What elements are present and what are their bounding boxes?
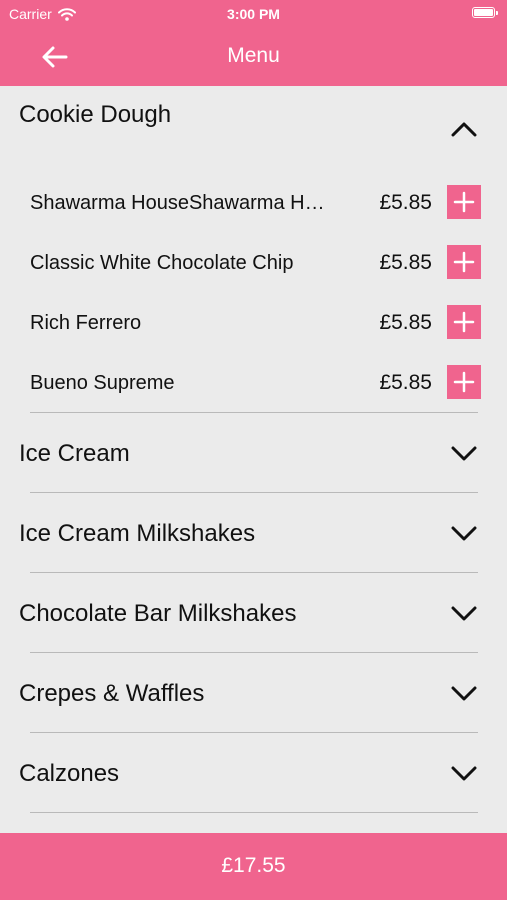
chevron-down-icon[interactable]: [451, 445, 477, 461]
category-row-ice-cream[interactable]: Ice Cream: [0, 413, 507, 492]
chevron-down-icon[interactable]: [451, 685, 477, 701]
plus-icon: [453, 191, 475, 213]
basket-total-button[interactable]: £17.55: [0, 833, 507, 900]
menu-list[interactable]: Cookie Dough Shawarma HouseShawarma Hous…: [0, 86, 507, 833]
add-item-button[interactable]: [447, 365, 481, 399]
category-title: Ice Cream: [19, 440, 130, 467]
category-title: Calzones: [19, 760, 120, 787]
category-row-crepes-waffles[interactable]: Crepes & Waffles: [0, 653, 507, 732]
category-header-cookie-dough[interactable]: Cookie Dough: [0, 86, 507, 172]
item-price: £5.85: [379, 371, 432, 394]
divider: [30, 812, 478, 813]
menu-item[interactable]: Classic White Chocolate Chip £5.85: [0, 232, 507, 292]
chevron-down-icon[interactable]: [451, 525, 477, 541]
chevron-down-icon[interactable]: [451, 765, 477, 781]
category-title: Cookie Dough: [19, 101, 172, 128]
navigation-bar: Menu: [0, 28, 507, 86]
add-item-button[interactable]: [447, 245, 481, 279]
item-name: Shawarma HouseShawarma House: [30, 192, 335, 214]
plus-icon: [453, 371, 475, 393]
basket-total: £17.55: [221, 854, 286, 877]
category-row-chocolate-bar-milkshakes[interactable]: Chocolate Bar Milkshakes: [0, 573, 507, 652]
category-row-ice-cream-milkshakes[interactable]: Ice Cream Milkshakes: [0, 493, 507, 572]
item-name: Rich Ferrero: [30, 312, 142, 334]
plus-icon: [453, 311, 475, 333]
category-title: Ice Cream Milkshakes: [19, 520, 256, 547]
status-bar: Carrier 3:00 PM: [0, 0, 507, 28]
item-name: Classic White Chocolate Chip: [30, 252, 294, 274]
chevron-up-icon[interactable]: [451, 121, 477, 137]
menu-item[interactable]: Bueno Supreme £5.85: [0, 352, 507, 412]
category-title: Chocolate Bar Milkshakes: [19, 600, 297, 627]
battery-icon: [472, 7, 498, 18]
item-price: £5.85: [379, 251, 432, 274]
category-title: Crepes & Waffles: [19, 680, 205, 707]
status-time: 3:00 PM: [227, 6, 280, 22]
plus-icon: [453, 251, 475, 273]
add-item-button[interactable]: [447, 185, 481, 219]
add-item-button[interactable]: [447, 305, 481, 339]
menu-item[interactable]: Shawarma HouseShawarma House £5.85: [0, 172, 507, 232]
category-row-calzones[interactable]: Calzones: [0, 733, 507, 812]
header-bar: Carrier 3:00 PM Menu: [0, 0, 507, 86]
item-price: £5.85: [379, 191, 432, 214]
menu-item[interactable]: Rich Ferrero £5.85: [0, 292, 507, 352]
page-title: Menu: [227, 44, 280, 67]
item-name: Bueno Supreme: [30, 372, 175, 394]
item-price: £5.85: [379, 311, 432, 334]
chevron-down-icon[interactable]: [451, 605, 477, 621]
